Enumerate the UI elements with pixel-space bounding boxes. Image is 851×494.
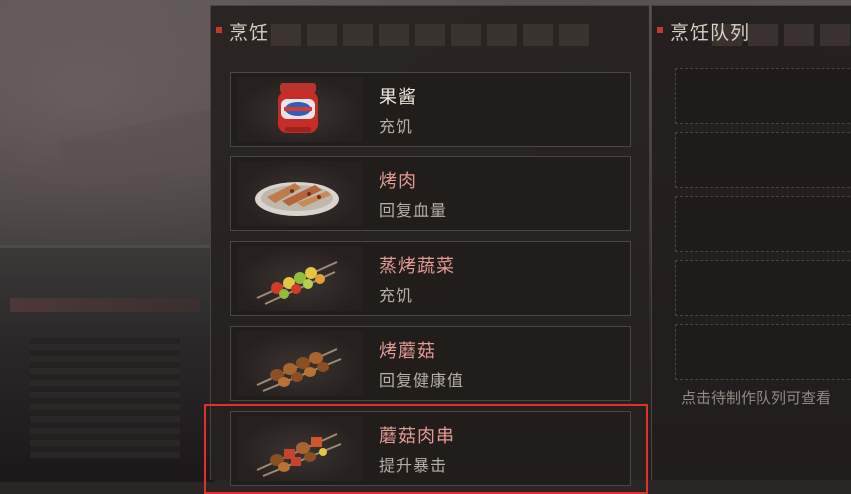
jam-jar-icon [278,83,318,133]
queue-hint-text: 点击待制作队列可查看 [681,389,832,407]
recipe-thumbnail [237,161,363,226]
title-marker-icon [657,27,663,33]
recipe-item-jam[interactable]: 果酱 充饥 [230,72,631,147]
recipe-effect: 回复健康值 [379,371,465,390]
recipe-effect: 回复血量 [379,201,448,220]
queue-slot[interactable] [675,68,851,124]
recipe-effect: 提升暴击 [379,456,448,475]
recipe-thumbnail [237,77,363,142]
cooking-panel-title: 烹饪 [229,22,270,44]
title-marker-icon [216,27,222,33]
vegetable-skewer-icon [256,261,338,305]
mushroom-skewer-icon [256,348,342,392]
recipe-thumbnail [237,331,363,396]
recipe-item-mushroom-meat-skewer[interactable]: 蘑菇肉串 提升暴击 [230,411,631,486]
recipe-item-roast-meat[interactable]: 烤肉 回复血量 [230,156,631,231]
mushroom-meat-skewer-icon [256,433,342,477]
recipe-name: 果酱 [379,87,417,108]
roast-meat-plate-icon [255,182,339,216]
title-shadow-decoration [271,24,591,46]
recipe-name: 蘑菇肉串 [379,426,455,447]
queue-slot[interactable] [675,324,851,380]
recipe-effect: 充饥 [379,286,414,305]
recipe-effect: 充饥 [379,117,414,136]
recipe-name: 烤肉 [379,171,417,192]
recipe-thumbnail [237,416,363,481]
recipe-item-roast-mushroom[interactable]: 烤蘑菇 回复健康值 [230,326,631,401]
recipe-thumbnail [237,246,363,311]
cooking-queue-panel: 烹饪队列 点击待制作队列可查看 [651,5,851,480]
background-grill [0,245,215,482]
recipe-name: 蒸烤蔬菜 [379,256,455,277]
cooking-queue-title: 烹饪队列 [670,22,751,44]
recipe-name: 烤蘑菇 [379,341,436,362]
cooking-panel: 烹饪 果酱 充饥 烤肉 回复血量 蒸烤蔬菜 充饥 烤蘑菇 回复健康值 蘑菇肉串 … [204,5,649,494]
queue-slot[interactable] [675,260,851,316]
queue-slot[interactable] [675,132,851,188]
queue-slot[interactable] [675,196,851,252]
recipe-item-steamed-vegetables[interactable]: 蒸烤蔬菜 充饥 [230,241,631,316]
